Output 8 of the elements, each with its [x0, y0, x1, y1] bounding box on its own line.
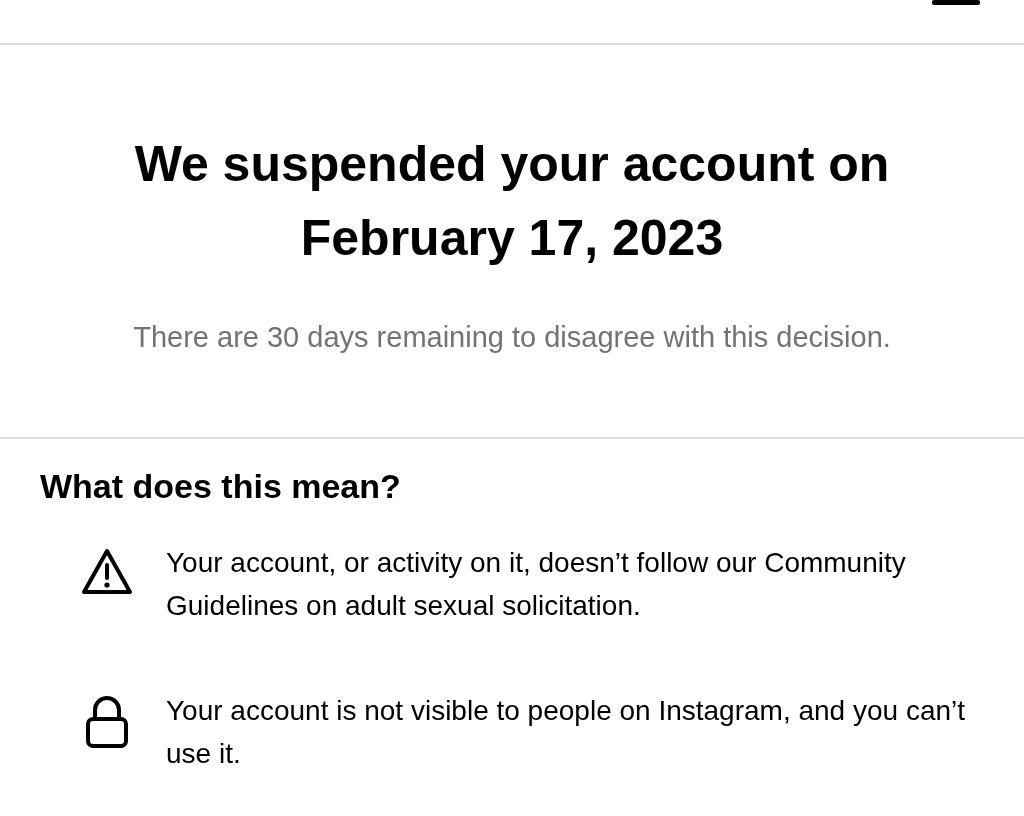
- warning-icon: [80, 547, 134, 597]
- menu-icon[interactable]: [932, 0, 980, 8]
- section-heading: What does this mean?: [40, 466, 402, 507]
- info-text: Your account, or activity on it, doesn’t follow our Community Guidelines on adult sexual solicitation.: [166, 546, 907, 623]
- subtitle: There are 30 days remaining to disagree with this decision.: [133, 320, 891, 355]
- page-title: We suspended your account on February 17, 2023: [133, 135, 891, 268]
- info-text: Your account is not visible to people on Instagram, and you can’t use it.: [166, 694, 966, 771]
- lock-icon: [85, 695, 129, 749]
